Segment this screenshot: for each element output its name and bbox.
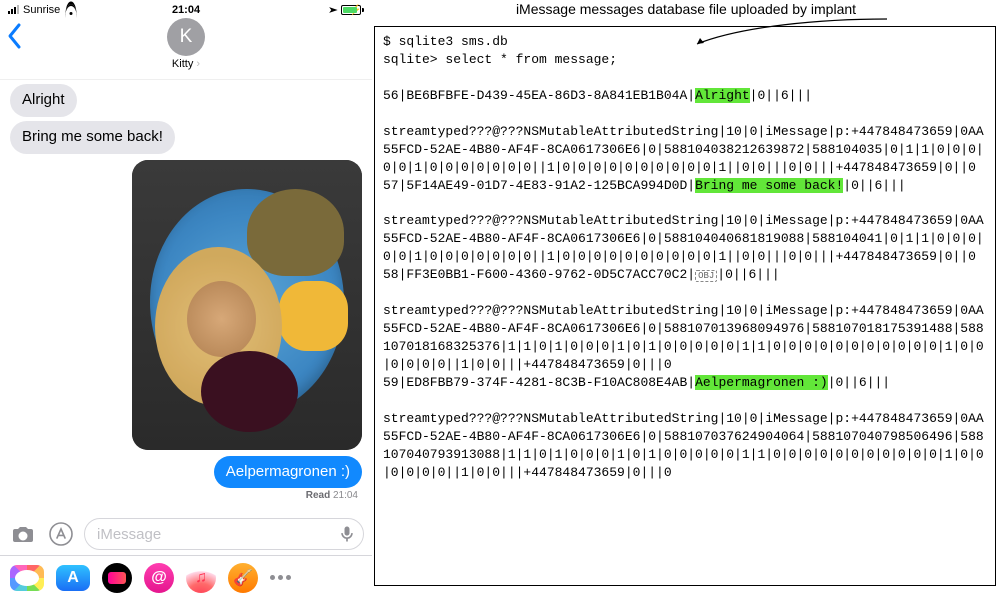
sqlite-query: sqlite> select * from message;: [383, 52, 617, 67]
dictate-button[interactable]: [335, 522, 359, 546]
db-row: streamtyped???@???NSMutableAttributedStr…: [383, 124, 984, 175]
chevron-right-icon: ›: [193, 58, 200, 70]
terminal-pane: iMessage messages database file uploaded…: [372, 0, 1000, 599]
location-icon: [327, 5, 337, 15]
appstore-app-icon[interactable]: A: [56, 565, 90, 591]
signal-icon: [8, 5, 19, 14]
more-apps-button[interactable]: [270, 575, 291, 580]
object-placeholder-icon: OBJ: [695, 270, 717, 282]
contact-name-button[interactable]: Kitty ›: [172, 58, 200, 70]
db-row: 59|ED8FBB79-374F-4281-8C3B-F10AC808E4AB|…: [383, 375, 890, 390]
db-row: 56|BE6BFBFE-D439-45EA-86D3-8A841EB1B04A|…: [383, 88, 812, 103]
read-receipt: Read 21:04: [306, 490, 358, 501]
highlighted-message: Alright: [695, 88, 750, 103]
contact-name-label: Kitty: [172, 58, 193, 70]
figure-caption: iMessage messages database file uploaded…: [372, 1, 1000, 17]
nav-bar: K Kitty ›: [0, 18, 372, 80]
db-row: 58|FF3E0BB1-F600-4360-9762-0D5C7ACC70C2|…: [383, 267, 780, 282]
camera-button[interactable]: [8, 519, 38, 549]
db-row: streamtyped???@???NSMutableAttributedStr…: [383, 411, 984, 480]
imessage-screenshot: Sunrise 21:04 ⚡ K Kitty ›: [0, 0, 372, 599]
garageband-app-icon[interactable]: 🎸: [228, 563, 258, 593]
carrier-label: Sunrise: [23, 4, 60, 16]
avatar-initial: K: [180, 26, 193, 48]
message-placeholder: iMessage: [97, 526, 161, 543]
conversation-thread[interactable]: Alright Bring me some back! Aelpermagron…: [0, 80, 372, 513]
battery-icon: ⚡: [341, 5, 364, 15]
db-row: streamtyped???@???NSMutableAttributedStr…: [383, 213, 984, 264]
received-message[interactable]: Alright: [10, 84, 77, 117]
music-app-icon[interactable]: ♫: [186, 563, 216, 593]
back-button[interactable]: [6, 22, 24, 55]
photos-app-icon[interactable]: [10, 565, 44, 591]
highlighted-message: Aelpermagronen :): [695, 375, 828, 390]
status-bar: Sunrise 21:04 ⚡: [0, 0, 372, 18]
sent-message[interactable]: Aelpermagronen :): [214, 456, 362, 489]
db-row: 57|5F14AE49-01D7-4E83-91A2-125BCA994D0D|…: [383, 178, 906, 193]
terminal-window: $ sqlite3 sms.db sqlite> select * from m…: [374, 26, 996, 586]
db-row: streamtyped???@???NSMutableAttributedStr…: [383, 303, 984, 372]
clock: 21:04: [172, 4, 200, 16]
message-input-bar: iMessage: [0, 513, 372, 555]
highlighted-message: Bring me some back!: [695, 178, 843, 193]
animoji-app-icon[interactable]: [102, 563, 132, 593]
contact-avatar[interactable]: K: [167, 18, 205, 56]
app-drawer[interactable]: A ♫ 🎸: [0, 555, 372, 599]
terminal-output[interactable]: $ sqlite3 sms.db sqlite> select * from m…: [383, 33, 987, 481]
message-input[interactable]: iMessage: [84, 518, 364, 550]
shell-command: $ sqlite3 sms.db: [383, 34, 508, 49]
images-app-icon[interactable]: [144, 563, 174, 593]
wifi-icon: [64, 5, 77, 15]
sent-photo-message[interactable]: [132, 160, 362, 450]
app-store-button[interactable]: [46, 519, 76, 549]
received-message[interactable]: Bring me some back!: [10, 121, 175, 154]
